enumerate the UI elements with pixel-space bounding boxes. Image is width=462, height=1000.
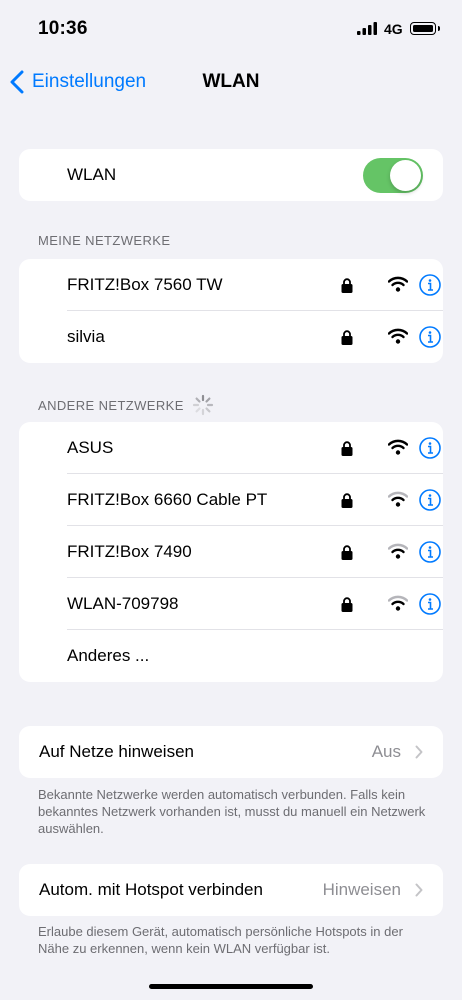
- chevron-right-icon: [415, 745, 423, 759]
- section-header-my-networks: MEINE NETZWERKE: [38, 233, 171, 248]
- wifi-partial-icon: [388, 595, 408, 611]
- network-name: WLAN-709798: [67, 594, 179, 613]
- ask-join-value: Aus: [371, 742, 401, 761]
- wlan-toggle-group: WLAN: [19, 149, 443, 201]
- hotspot-row[interactable]: Autom. mit Hotspot verbinden Hinweisen: [19, 864, 443, 916]
- network-type: 4G: [384, 21, 403, 37]
- hotspot-footnote: Erlaube diesem Gerät, automatisch persön…: [38, 924, 403, 956]
- wifi-full-icon: [388, 439, 408, 455]
- network-name: FRITZ!Box 7490: [67, 542, 192, 561]
- wlan-label: WLAN: [67, 165, 117, 184]
- info-icon[interactable]: [419, 274, 441, 296]
- other-network-row[interactable]: Anderes ...: [19, 630, 443, 682]
- lock-icon: [341, 493, 353, 508]
- lock-icon: [341, 545, 353, 560]
- wifi-partial-icon: [388, 491, 408, 507]
- info-icon[interactable]: [419, 593, 441, 615]
- loading-spinner-icon: [192, 394, 213, 416]
- lock-icon: [341, 597, 353, 612]
- wlan-toggle-switch[interactable]: [363, 158, 423, 193]
- network-row[interactable]: ASUS: [19, 422, 443, 474]
- hotspot-value: Hinweisen: [322, 880, 401, 899]
- network-row[interactable]: FRITZ!Box 7560 TW: [19, 259, 443, 311]
- network-name: ASUS: [67, 438, 114, 457]
- hotspot-label: Autom. mit Hotspot verbinden: [39, 880, 263, 899]
- network-row[interactable]: WLAN-709798: [19, 578, 443, 630]
- status-time: 10:36: [38, 18, 88, 39]
- wifi-full-icon: [388, 276, 408, 292]
- ask-join-footnote: Bekannte Netzwerke werden automatisch ve…: [38, 787, 426, 836]
- chevron-right-icon: [415, 883, 423, 897]
- navigation-bar: Einstellungen WLAN: [0, 56, 462, 108]
- network-row[interactable]: FRITZ!Box 7490: [19, 526, 443, 578]
- wifi-partial-icon: [388, 543, 408, 559]
- info-icon[interactable]: [419, 489, 441, 511]
- network-name: FRITZ!Box 7560 TW: [67, 275, 223, 294]
- other-network-label: Anderes ...: [67, 646, 150, 665]
- ask-join-row[interactable]: Auf Netze hinweisen Aus: [19, 726, 443, 778]
- hotspot-group: Autom. mit Hotspot verbinden Hinweisen: [19, 864, 443, 916]
- wifi-full-icon: [388, 328, 408, 344]
- lock-icon: [341, 278, 353, 293]
- network-name: silvia: [67, 327, 105, 346]
- wlan-toggle-row: WLAN: [19, 149, 443, 201]
- ask-join-label: Auf Netze hinweisen: [39, 742, 194, 761]
- lock-icon: [341, 330, 353, 345]
- other-networks-group: ASUS FRITZ!Box 6660 Cable PT FRITZ!Box 7…: [19, 422, 443, 682]
- network-row[interactable]: FRITZ!Box 6660 Cable PT: [19, 474, 443, 526]
- lock-icon: [341, 441, 353, 456]
- info-icon[interactable]: [419, 541, 441, 563]
- page-title: WLAN: [202, 71, 260, 92]
- status-bar: 10:36 4G: [0, 0, 462, 56]
- info-icon[interactable]: [419, 326, 441, 348]
- my-networks-group: FRITZ!Box 7560 TW silvia: [19, 259, 443, 363]
- ask-join-group: Auf Netze hinweisen Aus: [19, 726, 443, 778]
- battery-icon: [410, 22, 440, 35]
- home-indicator[interactable]: [149, 984, 313, 989]
- network-row[interactable]: silvia: [19, 311, 443, 363]
- info-icon[interactable]: [419, 437, 441, 459]
- cellular-signal-icon: [357, 22, 377, 35]
- section-header-other-networks: ANDERE NETZWERKE: [38, 394, 214, 416]
- network-name: FRITZ!Box 6660 Cable PT: [67, 490, 268, 509]
